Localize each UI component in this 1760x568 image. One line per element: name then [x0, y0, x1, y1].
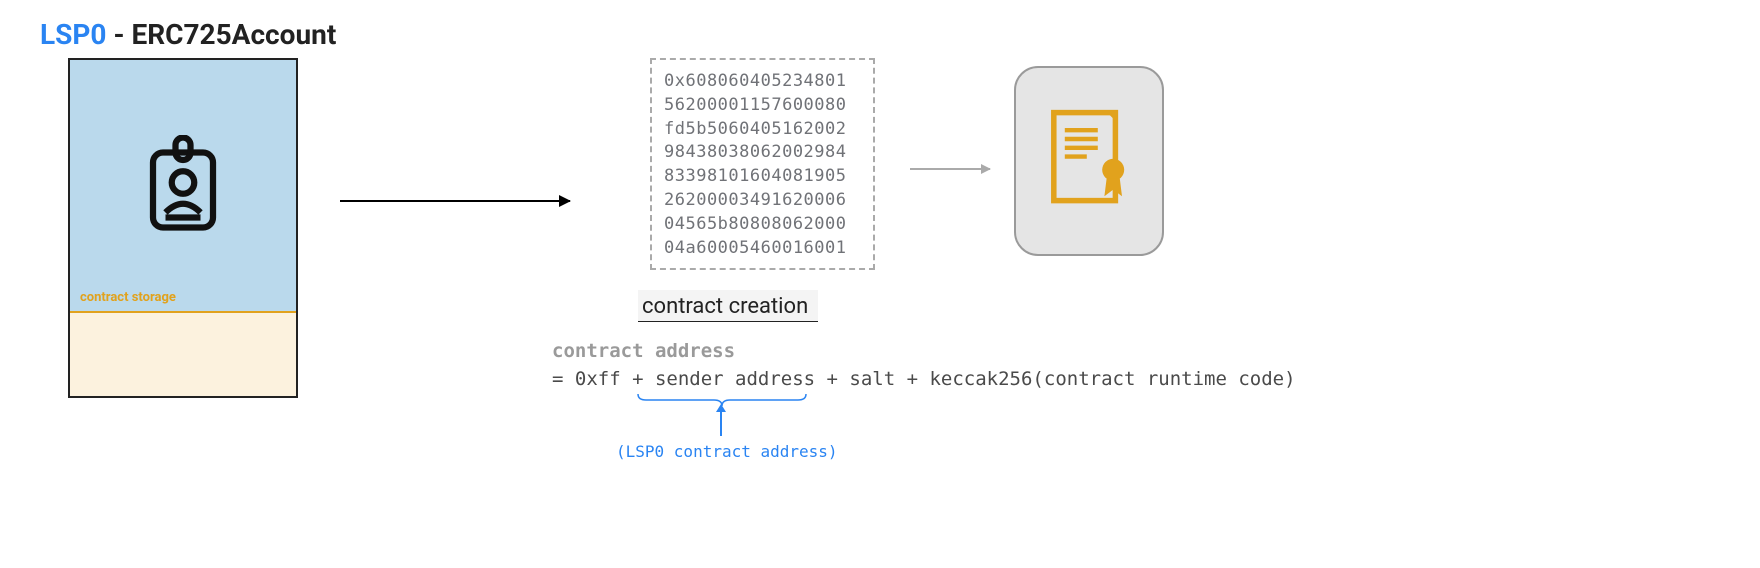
contract-creation-label: contract creation	[638, 290, 818, 322]
title-erc: - ERC725Account	[107, 18, 337, 51]
bytecode-line: 04565b80808062000	[664, 213, 861, 237]
bytecode-line: 0x608060405234801	[664, 70, 861, 94]
bytecode-line: fd5b5060405162002	[664, 118, 861, 142]
contract-storage-label: contract storage	[80, 290, 176, 305]
arrow-to-contract	[910, 168, 990, 170]
formula-label: contract address	[552, 340, 735, 362]
deployed-contract-card	[1014, 66, 1164, 256]
title-lsp0: LSP0	[40, 18, 107, 51]
lsp0-address-note: (LSP0 contract address)	[616, 442, 838, 461]
arrow-deploy	[340, 200, 570, 202]
id-badge-icon	[138, 130, 228, 240]
lsp0-account-card: contract storage	[68, 58, 298, 398]
formula-expression: = 0xff + sender address + salt + keccak2…	[552, 368, 1296, 390]
card-storage-area	[70, 311, 296, 397]
underbrace-arrow	[720, 406, 722, 436]
bytecode-line: 83398101604081905	[664, 165, 861, 189]
diagram-title: LSP0 - ERC725Account	[40, 18, 336, 51]
certificate-icon	[1045, 106, 1133, 216]
bytecode-line: 98438038062002984	[664, 141, 861, 165]
bytecode-line: 04a60005460016001	[664, 237, 861, 261]
card-top: contract storage	[70, 60, 296, 311]
bytecode-line: 56200001157600080	[664, 94, 861, 118]
bytecode-box: 0x608060405234801 56200001157600080 fd5b…	[650, 58, 875, 270]
bytecode-line: 26200003491620006	[664, 189, 861, 213]
